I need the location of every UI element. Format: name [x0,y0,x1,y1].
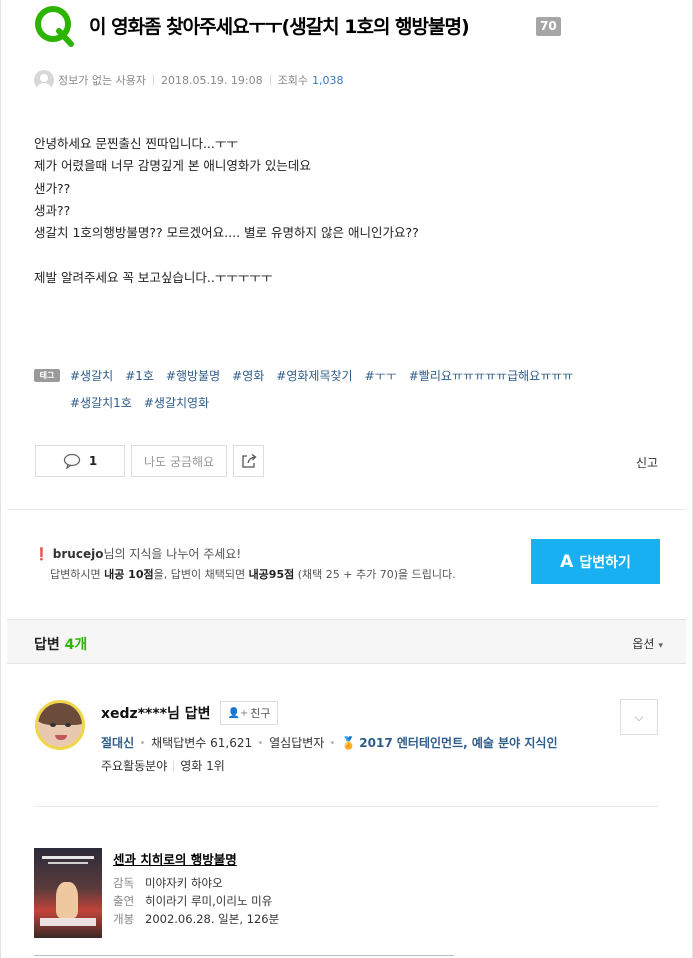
question-meta: 정보가 없는 사용자 2018.05.19. 19:08 조회수 1,038 [34,70,344,90]
reward-text: (채택 25 + 추가 70)을 드립니다. [294,568,456,581]
answerer-badge: 열심답변자 [269,736,325,750]
views-label: 조회수 [277,74,309,87]
bottom-divider [34,955,454,956]
answerer-avatar[interactable] [35,700,85,750]
field-separator [173,760,175,771]
bounty-badge: 70 [536,17,561,36]
dot-separator [259,741,263,744]
dot-separator [331,741,335,744]
answerer-stats: 절대신 채택답변수 61,621 열심답변자 🏅 2017 엔터테인먼트, 예술… [101,734,558,751]
friend-label: 친구 [250,707,271,720]
answers-title: 답변 4개 [34,634,87,654]
body-line: 안녕하세요 문찐출신 찐따입니다...ㅜㅜ [34,136,238,151]
avatar-eye [50,723,56,727]
tag-link[interactable]: #생갈치영화 [144,390,209,417]
poster-title [40,918,96,926]
dot-separator [141,741,145,744]
add-friend-button[interactable]: 👤+ 친구 [220,701,278,725]
add-friend-icon: 👤+ [227,707,249,719]
reward-text: 을, 답변이 채택되면 [153,568,249,581]
post-date: 2018.05.19. 19:08 [160,73,263,87]
share-button[interactable] [233,445,264,477]
report-link[interactable]: 신고 [636,454,658,471]
share-user: brucejo [52,547,104,561]
answers-header: 답변 4개 옵션 [7,619,686,664]
avatar-eye [65,723,71,727]
medal-icon: 🏅 [341,735,357,750]
info-icon: ❗ [34,547,49,561]
tag-label: 태그 [34,369,60,382]
body-line: 제발 알려주세요 꼭 보고싶습니다..ㅜㅜㅜㅜㅜ [34,269,273,285]
comment-count: 1 [88,454,98,468]
section-divider [7,509,686,510]
movie-title-link[interactable]: 센과 치히로의 행방불명 [113,849,237,868]
answer-button-label: 답변하기 [579,554,631,571]
body-line [34,244,419,266]
cast-label: 출연 [113,894,135,908]
movie-cast-row: 출연 히이라기 루미,이리노 미유 [113,893,272,909]
release-label: 개봉 [113,912,135,926]
answerer-name[interactable]: xedz****님 답변 [101,703,211,723]
avatar-icon [34,70,54,90]
field-label: 주요활동분야 [101,759,168,773]
poster-text [42,856,94,859]
write-answer-button[interactable]: A 답변하기 [531,539,660,584]
share-text: 님의 지식을 나누어 주세요! [103,547,242,561]
tag-link[interactable]: #생갈치1호 [70,390,132,417]
reward-points: 내공 10점 [104,568,154,581]
body-line: 샌가?? [34,180,71,196]
tag-link[interactable]: #1호 [125,363,154,390]
movie-release-row: 개봉 2002.06.28. 일본, 126분 [113,911,279,927]
meta-separator [269,75,271,85]
adopted-count: 채택답변수 61,621 [151,736,253,750]
answerer-award[interactable]: 2017 엔터테인먼트, 예술 분야 지식인 [359,734,557,751]
movie-director-row: 감독 미야자키 하야오 [113,875,223,891]
field-value: 영화 1위 [180,759,225,773]
answers-label: 답변 [34,637,60,653]
reward-text: 답변하시면 [50,568,105,581]
poster-character [56,882,78,918]
reward-points: 내공95점 [248,568,295,581]
tag-link[interactable]: #행방불명 [166,363,220,390]
question-title: 이 영화좀 찾아주세요ㅜㅜ(생갈치 1호의 행방불명) [89,16,470,38]
tag-list: #생갈치 #1호 #행방불명 #영화 #영화제목찾기 #ㅜㅜ #빨리요ㅠㅠㅠㅠㅠ급해요ㅠㅠㅠ… [70,363,630,417]
chevron-down-icon: ⌵ [634,709,644,724]
share-knowledge-line: ❗ brucejo님의 지식을 나누어 주세요! [34,545,241,562]
answerer-grade[interactable]: 절대신 [101,734,134,751]
comment-icon [63,453,80,469]
poster-text [48,862,88,864]
movie-poster[interactable] [34,848,102,938]
avatar-mouth [55,735,67,740]
body-line: 제가 어렸을때 너무 감명깊게 본 애니영화가 있는데요 [34,158,311,174]
director-label: 감독 [113,876,135,890]
q-logo-icon [35,6,74,47]
answers-count: 4개 [64,637,88,653]
question-body: 안녕하세요 문찐출신 찐따입니다...ㅜㅜ 제가 어렸을때 너무 감명깊게 본 … [34,133,419,289]
views-count: 1,038 [312,73,344,87]
director-value: 미야자키 하야오 [145,876,223,890]
answer-a-icon: A [560,551,574,572]
author-name: 정보가 없는 사용자 [58,74,146,87]
tag-link[interactable]: #빨리요ㅠㅠㅠㅠㅠ급해요ㅠㅠㅠ [409,363,574,390]
answer-divider [34,806,659,807]
answerer-field: 주요활동분야 영화 1위 [101,757,225,774]
curious-button[interactable]: 나도 궁금해요 [131,445,227,477]
release-value: 2002.06.28. 일본, 126분 [145,912,280,926]
tag-link[interactable]: #영화 [232,363,264,390]
share-icon [241,453,257,468]
answer-menu-button[interactable]: ⌵ [620,699,658,735]
tag-link[interactable]: #ㅜㅜ [365,363,397,390]
comment-button[interactable]: 1 [35,445,125,477]
body-line: 생갈치 1호의행방불명?? 모르겠어요.... 별로 유명하지 않은 애니인가요… [34,225,419,241]
tag-link[interactable]: #생갈치 [70,363,113,390]
cast-value: 히이라기 루미,이리노 미유 [145,894,273,908]
options-dropdown[interactable]: 옵션 [632,635,663,652]
avatar-hair [38,703,82,725]
reward-info-line: 답변하시면 내공 10점을, 답변이 채택되면 내공95점 (채택 25 + 추… [50,566,456,582]
meta-separator [152,75,154,85]
body-line: 생과?? [34,202,71,218]
tag-link[interactable]: #영화제목찾기 [276,363,352,390]
